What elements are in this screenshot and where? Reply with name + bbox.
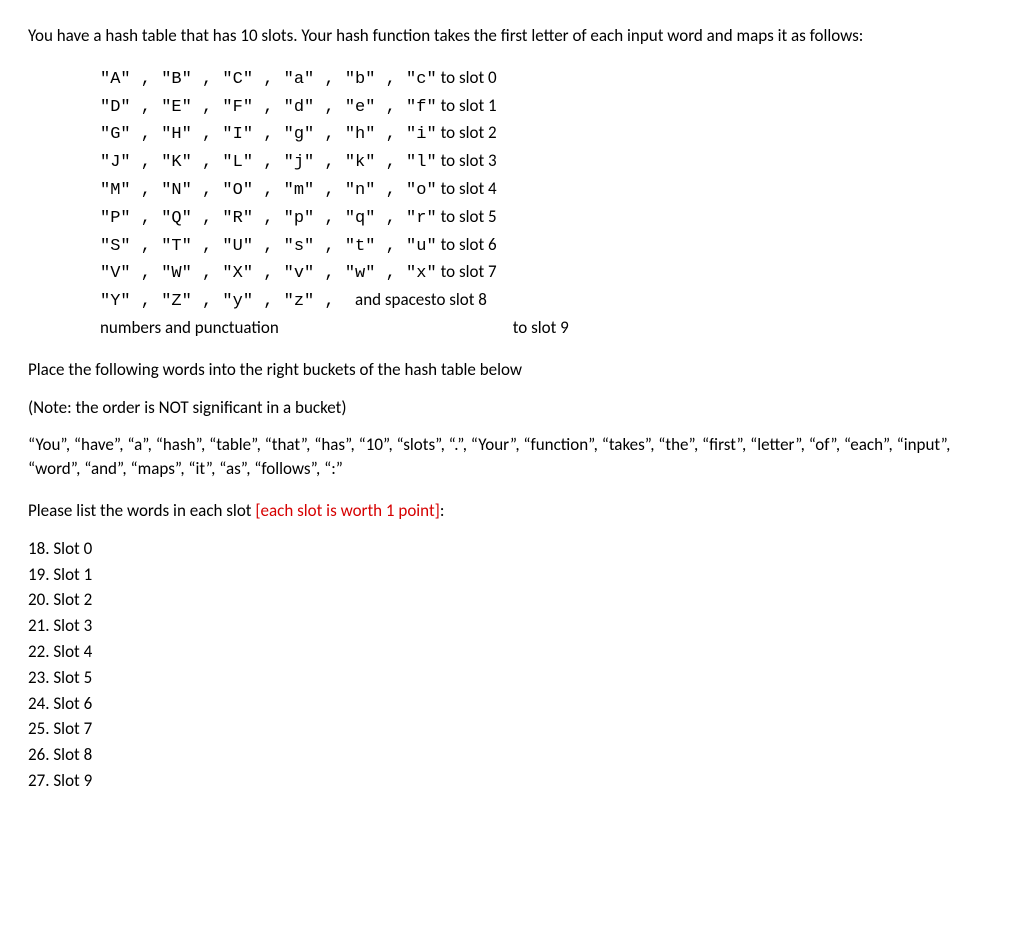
mapping-target: to slot 5 — [441, 205, 497, 229]
slot-label: Slot 3 — [53, 615, 92, 636]
mapping-target: to slot 2 — [441, 121, 497, 145]
slot-number: 26. — [28, 743, 50, 767]
slot-row: 26. Slot 8 — [28, 743, 996, 767]
mapping-numbers-text: numbers and punctuation — [100, 316, 279, 340]
slot-number: 22. — [28, 640, 50, 664]
slot-number: 19. — [28, 563, 50, 587]
mapping-letters: "S" , "T" , "U" , "s" , "t" , "u" — [100, 235, 437, 259]
mapping-target: to slot 6 — [441, 233, 497, 257]
slot-label: Slot 9 — [53, 770, 92, 791]
mapping-letters: "V" , "W" , "X" , "v" , "w" , "x" — [100, 262, 437, 286]
mapping-row: "S" , "T" , "U" , "s" , "t" , "u" to slo… — [100, 233, 996, 259]
mapping-letters: "A" , "B" , "C" , "a" , "b" , "c" — [100, 68, 437, 92]
slot-number: 25. — [28, 717, 50, 741]
please-highlight: [each slot is worth 1 point] — [255, 500, 440, 521]
mapping-row: "D" , "E" , "F" , "d" , "e" , "f" to slo… — [100, 94, 996, 120]
mapping-row: "V" , "W" , "X" , "v" , "w" , "x" to slo… — [100, 260, 996, 286]
mapping-letters: "Y" , "Z" , "y" , "z" , — [100, 290, 355, 314]
slot-row: 19. Slot 1 — [28, 563, 996, 587]
mapping-target: to slot 7 — [441, 260, 497, 284]
slot-number: 24. — [28, 692, 50, 716]
slot-label: Slot 2 — [53, 589, 92, 610]
mapping-row-numbers: numbers and punctuation to slot 9 — [100, 316, 996, 340]
words-list: “You”, “have”, “a”, “hash”, “table”, “th… — [28, 433, 996, 481]
mapping-row: "A" , "B" , "C" , "a" , "b" , "c" to slo… — [100, 66, 996, 92]
slot-row: 22. Slot 4 — [28, 640, 996, 664]
mapping-row: "G" , "H" , "I" , "g" , "h" , "i" to slo… — [100, 121, 996, 147]
mapping-row-yz: "Y" , "Z" , "y" , "z" , and spaces to sl… — [100, 288, 996, 314]
slot-list: 18. Slot 0 19. Slot 1 20. Slot 2 21. Slo… — [28, 537, 996, 793]
slot-number: 27. — [28, 769, 50, 793]
slot-row: 18. Slot 0 — [28, 537, 996, 561]
place-instruction: Place the following words into the right… — [28, 358, 996, 382]
please-instruction: Please list the words in each slot [each… — [28, 499, 996, 523]
slot-row: 25. Slot 7 — [28, 717, 996, 741]
slot-label: Slot 1 — [53, 564, 92, 585]
slot-label: Slot 0 — [53, 538, 92, 559]
slot-row: 20. Slot 2 — [28, 588, 996, 612]
please-prefix: Please list the words in each slot — [28, 500, 255, 521]
mapping-target: to slot 4 — [441, 177, 497, 201]
mapping-row: "P" , "Q" , "R" , "p" , "q" , "r" to slo… — [100, 205, 996, 231]
mapping-letters: "M" , "N" , "O" , "m" , "n" , "o" — [100, 179, 437, 203]
slot-row: 21. Slot 3 — [28, 614, 996, 638]
mapping-row: "J" , "K" , "L" , "j" , "k" , "l" to slo… — [100, 149, 996, 175]
mapping-letters: "J" , "K" , "L" , "j" , "k" , "l" — [100, 151, 437, 175]
mapping-target: to slot 8 — [431, 288, 487, 312]
slot-row: 27. Slot 9 — [28, 769, 996, 793]
mapping-target: to slot 1 — [441, 94, 497, 118]
slot-label: Slot 8 — [53, 744, 92, 765]
slot-number: 18. — [28, 537, 50, 561]
mapping-target: to slot 9 — [513, 316, 569, 340]
mapping-target: to slot 0 — [441, 66, 497, 90]
mapping-row: "M" , "N" , "O" , "m" , "n" , "o" to slo… — [100, 177, 996, 203]
mapping-letters: "G" , "H" , "I" , "g" , "h" , "i" — [100, 123, 437, 147]
mapping-extra: and spaces — [355, 288, 431, 312]
slot-label: Slot 5 — [53, 667, 92, 688]
mapping-block: "A" , "B" , "C" , "a" , "b" , "c" to slo… — [100, 66, 996, 340]
mapping-letters: "D" , "E" , "F" , "d" , "e" , "f" — [100, 96, 437, 120]
mapping-target: to slot 3 — [441, 149, 497, 173]
slot-row: 24. Slot 6 — [28, 692, 996, 716]
slot-label: Slot 6 — [53, 693, 92, 714]
intro-text: You have a hash table that has 10 slots.… — [28, 24, 996, 48]
slot-number: 20. — [28, 588, 50, 612]
note-text: (Note: the order is NOT significant in a… — [28, 396, 996, 420]
slot-number: 23. — [28, 666, 50, 690]
please-suffix: : — [440, 500, 445, 521]
slot-number: 21. — [28, 614, 50, 638]
slot-row: 23. Slot 5 — [28, 666, 996, 690]
mapping-letters: "P" , "Q" , "R" , "p" , "q" , "r" — [100, 207, 437, 231]
slot-label: Slot 4 — [53, 641, 92, 662]
slot-label: Slot 7 — [53, 718, 92, 739]
